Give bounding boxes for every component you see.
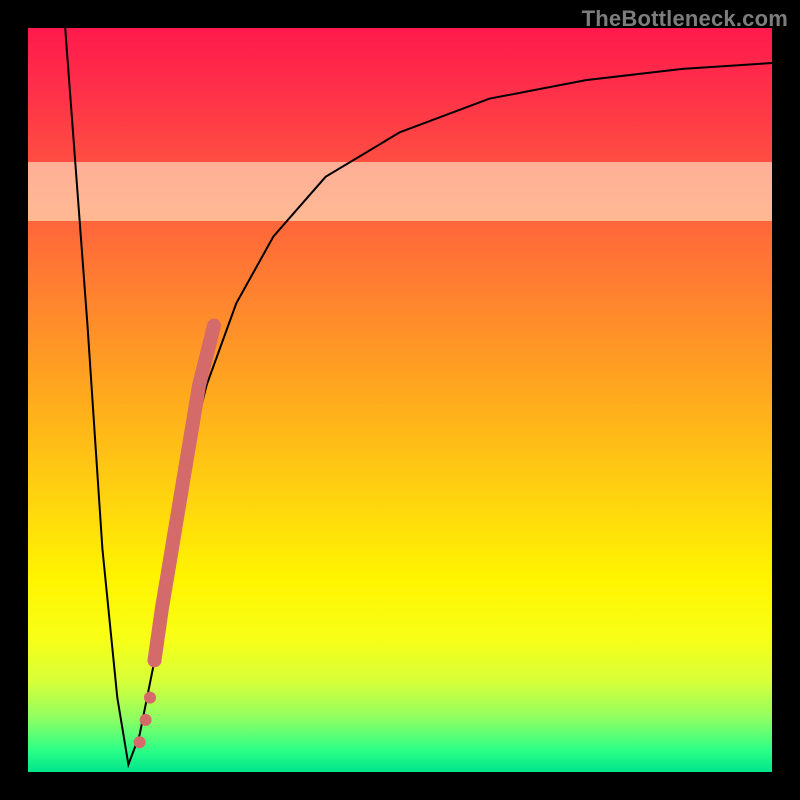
watermark-text: TheBottleneck.com [582, 6, 788, 32]
plot-area [28, 28, 772, 772]
marker-segment [155, 326, 215, 661]
marker-dot [144, 692, 156, 704]
curve-layer [28, 28, 772, 772]
bottleneck-curve [65, 28, 772, 765]
marker-dot [140, 714, 152, 726]
marker-dot [134, 736, 146, 748]
chart-frame: TheBottleneck.com [0, 0, 800, 800]
marker-dots [134, 692, 156, 749]
